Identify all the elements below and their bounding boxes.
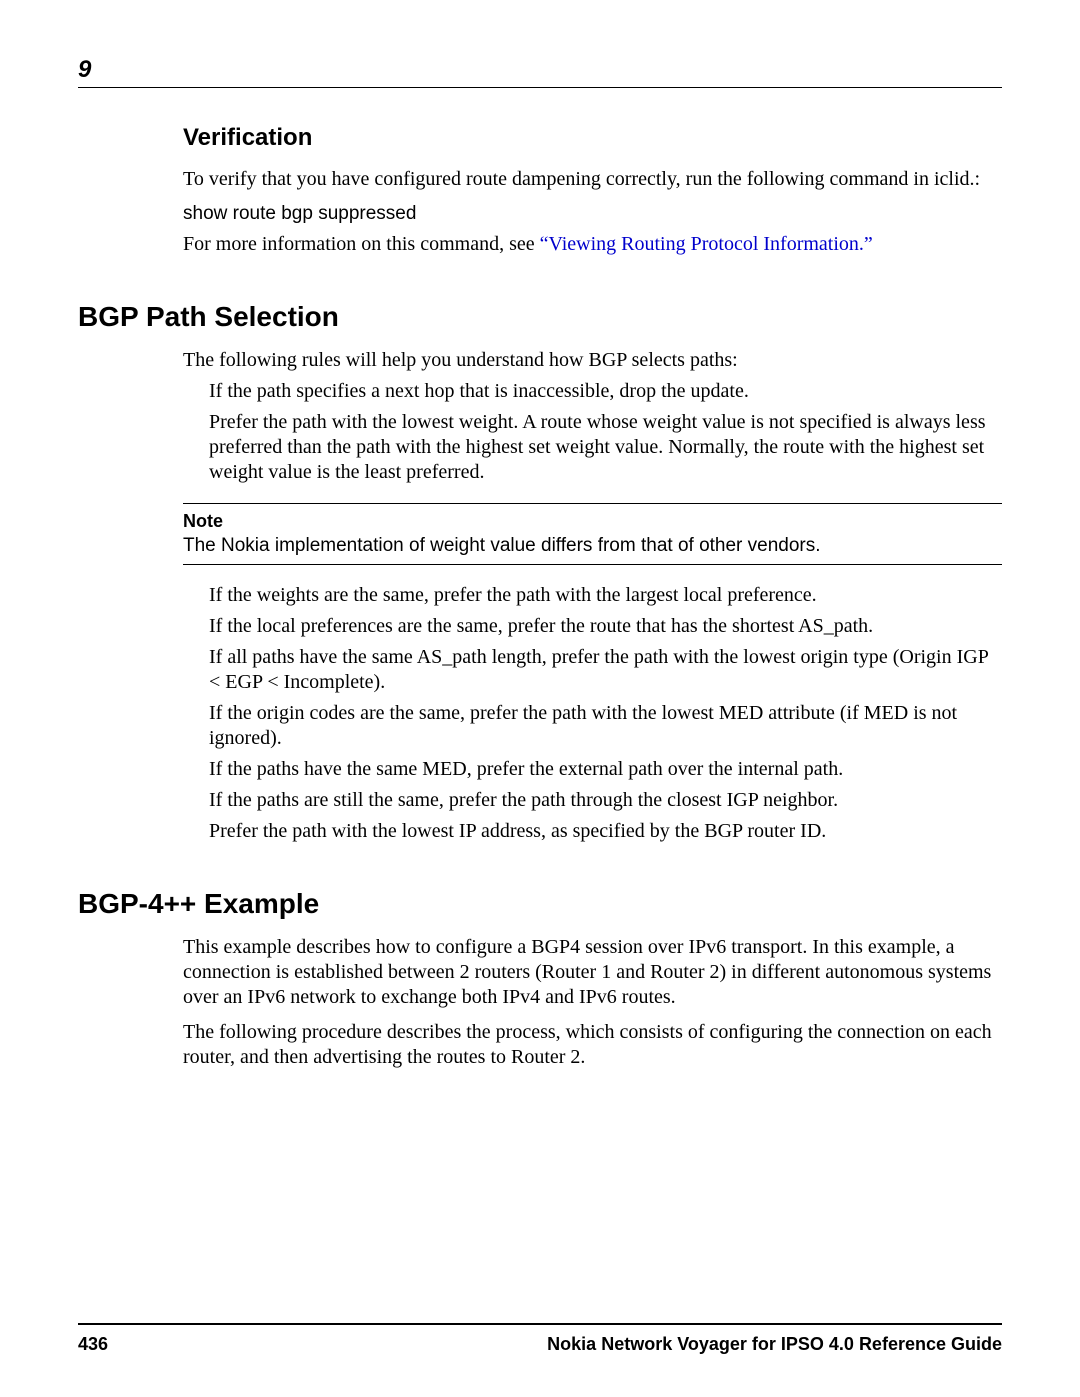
page-footer: 436 Nokia Network Voyager for IPSO 4.0 R…	[78, 1323, 1002, 1356]
path-selection-rules-a: If the path specifies a next hop that is…	[209, 379, 1002, 485]
note-label: Note	[183, 510, 1002, 533]
verification-para-1: To verify that you have configured route…	[183, 167, 1002, 192]
section-bgp-path-selection: The following rules will help you unders…	[183, 348, 1002, 844]
footer-row: 436 Nokia Network Voyager for IPSO 4.0 R…	[78, 1333, 1002, 1356]
list-item: If the origin codes are the same, prefer…	[209, 701, 1002, 751]
list-item: If the weights are the same, prefer the …	[209, 583, 1002, 608]
link-viewing-routing-protocol[interactable]: “Viewing Routing Protocol Information.”	[540, 233, 873, 255]
example-para-2: The following procedure describes the pr…	[183, 1020, 1002, 1070]
heading-bgp-path-selection: BGP Path Selection	[78, 299, 1002, 334]
path-selection-intro: The following rules will help you unders…	[183, 348, 1002, 373]
list-item: If the paths are still the same, prefer …	[209, 788, 1002, 813]
list-item: If the local preferences are the same, p…	[209, 614, 1002, 639]
book-title: Nokia Network Voyager for IPSO 4.0 Refer…	[547, 1333, 1002, 1356]
path-selection-rules-b: If the weights are the same, prefer the …	[209, 583, 1002, 844]
list-item: If all paths have the same AS_path lengt…	[209, 645, 1002, 695]
heading-verification: Verification	[183, 123, 1002, 153]
chapter-number: 9	[78, 55, 1002, 85]
page-number: 436	[78, 1333, 108, 1356]
note-text: The Nokia implementation of weight value…	[183, 534, 1002, 558]
verification-para-2: For more information on this command, se…	[183, 232, 1002, 257]
heading-bgp4-example: BGP-4++ Example	[78, 886, 1002, 921]
footer-rule	[78, 1323, 1002, 1325]
list-item: Prefer the path with the lowest weight. …	[209, 410, 1002, 485]
example-para-1: This example describes how to configure …	[183, 935, 1002, 1010]
verification-command: show route bgp suppressed	[183, 202, 1002, 226]
list-item: If the paths have the same MED, prefer t…	[209, 757, 1002, 782]
list-item: If the path specifies a next hop that is…	[209, 379, 1002, 404]
section-verification: Verification To verify that you have con…	[183, 123, 1002, 257]
list-item: Prefer the path with the lowest IP addre…	[209, 819, 1002, 844]
header-rule	[78, 87, 1002, 88]
section-bgp4-example: This example describes how to configure …	[183, 935, 1002, 1070]
page: 9 Verification To verify that you have c…	[0, 0, 1080, 1397]
verification-para-2-prefix: For more information on this command, se…	[183, 233, 540, 255]
note-box: Note The Nokia implementation of weight …	[183, 503, 1002, 565]
